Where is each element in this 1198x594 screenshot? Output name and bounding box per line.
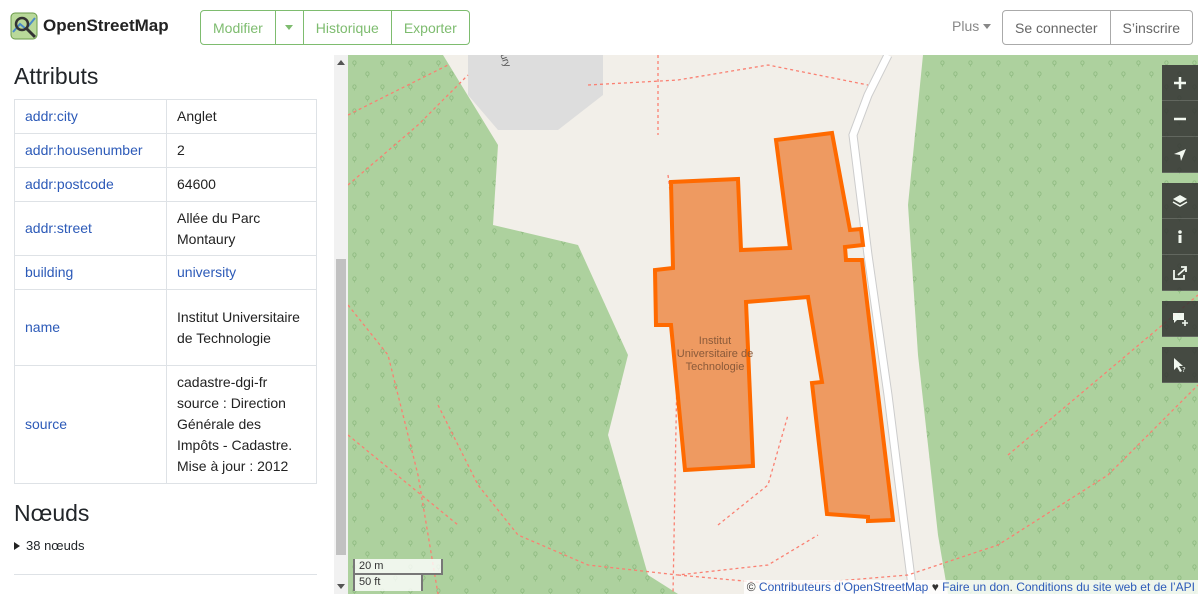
scale-metric: 20 m [353,559,443,575]
scroll-up-arrow-icon[interactable] [337,60,345,65]
forest-area [908,55,1198,594]
zoom-out-icon [1174,117,1186,120]
scroll-thumb[interactable] [336,259,346,555]
logo[interactable]: OpenStreetMap [10,12,169,40]
locate-button[interactable] [1162,137,1198,173]
logo-text: OpenStreetMap [43,16,169,35]
disclosure-triangle-icon [14,541,20,550]
divider [14,574,317,575]
osm-logo-icon [10,12,38,40]
add-note-button[interactable] [1162,301,1198,337]
tag-value: 64600 [166,167,317,202]
tags-table: addr:city Anglet addr:housenumber 2 addr… [14,99,317,484]
scale-imperial: 50 ft [353,575,423,591]
table-row: addr:street Allée du Parc Montaury [14,201,317,256]
tag-value: Institut Universitaire de Technologie [166,289,317,366]
tag-key[interactable]: addr:postcode [14,167,167,202]
table-row: building university [14,255,317,290]
sidebar-content: Attributs addr:city Anglet addr:housenum… [14,55,317,553]
table-row: addr:housenumber 2 [14,133,317,168]
note-icon [1173,312,1188,326]
login-button[interactable]: Se connecter [1002,10,1111,45]
terms-link[interactable]: Conditions du site web et de l’API [1016,580,1195,594]
contributors-link[interactable]: Contributeurs d’OpenStreetMap [759,580,928,594]
table-row: addr:postcode 64600 [14,167,317,202]
tag-key[interactable]: building [14,255,167,290]
info-button[interactable] [1162,219,1198,255]
map-scale: 20 m 50 ft [353,559,443,591]
info-icon [1178,229,1182,243]
tag-key[interactable]: addr:housenumber [14,133,167,168]
layers-icon [1172,194,1188,207]
edit-button-group: Modifier Historique Exporter [200,10,470,45]
table-row: source cadastre-dgi-fr source : Directio… [14,365,317,484]
attributes-heading: Attributs [14,63,99,89]
map[interactable]: ϙ ϙ ury [348,55,1198,594]
tag-key[interactable]: addr:street [14,201,167,256]
sidebar: Attributs addr:city Anglet addr:housenum… [0,55,348,594]
history-button[interactable]: Historique [303,10,392,45]
zoom-in-button[interactable] [1162,65,1198,101]
tag-value: Allée du Parc Montaury [166,201,317,256]
tag-value: Anglet [166,99,317,134]
chevron-down-icon [983,23,992,29]
map-attribution: © Contributeurs d’OpenStreetMap ♥ Faire … [743,580,1198,594]
nodes-heading: Nœuds [14,500,90,526]
tag-key[interactable]: addr:city [14,99,167,134]
map-controls: ? [1162,65,1198,383]
tag-value: 2 [166,133,317,168]
zoom-out-button[interactable] [1162,101,1198,137]
nodes-toggle[interactable]: 38 nœuds [14,538,317,553]
share-icon [1173,265,1187,280]
heart-icon: ♥ [931,580,939,594]
share-button[interactable] [1162,255,1198,291]
export-button[interactable]: Exporter [391,10,470,45]
locate-icon [1174,148,1186,161]
tag-key[interactable]: source [14,365,167,484]
building-label: Institut Universitaire de Technologie [676,335,754,373]
map-canvas[interactable]: ϙ ϙ [348,55,1198,594]
edit-button[interactable]: Modifier [200,10,276,45]
query-icon: ? [1174,357,1186,373]
tag-value-link[interactable]: university [166,255,317,290]
auth-buttons: Se connecter S’inscrire [1002,10,1194,45]
copyright-symbol: © [746,580,756,594]
table-row: name Institut Universitaire de Technolog… [14,289,317,366]
sidebar-scrollbar[interactable] [334,55,348,594]
tag-key[interactable]: name [14,289,167,366]
chevron-down-icon [285,25,294,30]
more-menu[interactable]: Plus [952,18,992,34]
layers-button[interactable] [1162,183,1198,219]
edit-dropdown-button[interactable] [275,10,304,45]
nodes-count: 38 nœuds [26,538,85,553]
signup-button[interactable]: S’inscrire [1110,10,1194,45]
scroll-down-arrow-icon[interactable] [337,584,345,589]
table-row: addr:city Anglet [14,99,317,134]
donate-link[interactable]: Faire un don [942,580,1009,594]
query-features-button[interactable]: ? [1162,347,1198,383]
svg-text:?: ? [1182,366,1186,373]
zoom-in-icon [1174,76,1186,89]
tag-value: cadastre-dgi-fr source : Direction Génér… [166,365,317,484]
more-label: Plus [952,18,980,34]
header: OpenStreetMap Modifier Historique Export… [0,0,1198,55]
building-value-link[interactable]: university [177,264,236,280]
